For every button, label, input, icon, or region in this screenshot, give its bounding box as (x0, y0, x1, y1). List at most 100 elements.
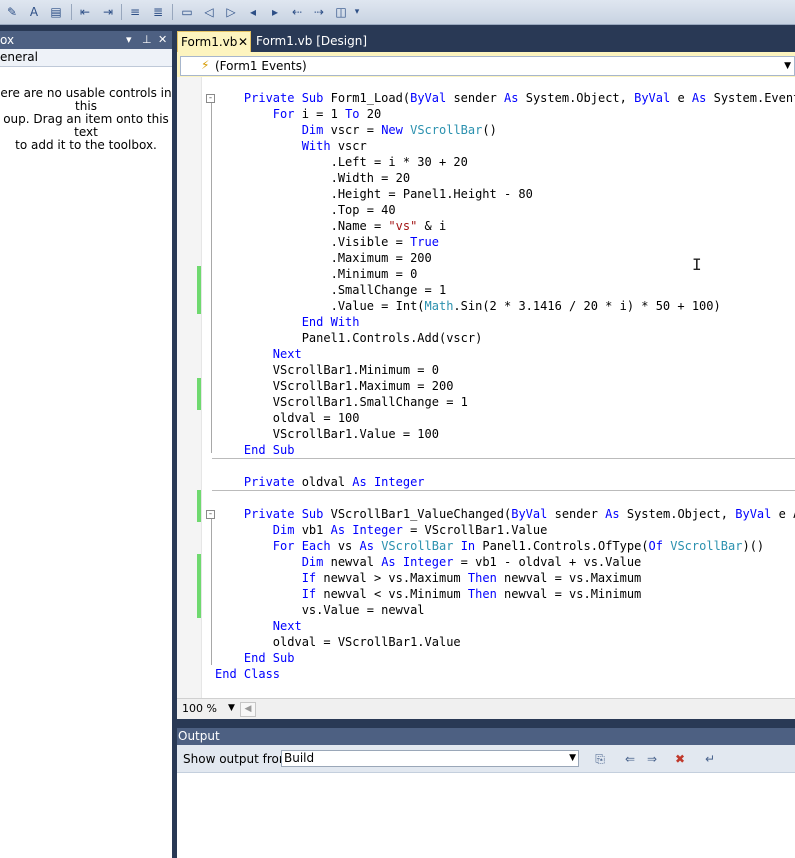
code-token: vs (337, 539, 360, 553)
zoom-level[interactable]: 100 % (182, 702, 217, 715)
output-toolbar: Show output from: Build ▼ ⎘ ⇐ ⇒ ✖ ↵ (172, 745, 795, 773)
pin-icon[interactable]: ⊥ (142, 31, 152, 49)
code-token: VScrollBar1_ValueChanged( (330, 507, 512, 521)
comment-icon[interactable]: ≡ (126, 3, 144, 21)
output-left-border (172, 728, 177, 858)
chevron-down-icon[interactable]: ▼ (228, 703, 235, 713)
code-line: Private Sub Form1_Load(ByVal sender As S… (215, 90, 795, 106)
code-token: With (301, 139, 338, 153)
change-marker (197, 266, 201, 314)
code-token: As Integer (381, 555, 454, 569)
toolbox-message-line: oup. Drag an item onto this text (3, 112, 169, 139)
main-toolbar: ✎ A ▤ ⇤ ⇥ ≡ ≣ ▭ ◁ ▷ ◂ ▸ ⇠ ⇢ ◫ ▾ (0, 0, 795, 25)
code-line: End Sub (215, 442, 295, 458)
code-token: Panel1.Controls.OfType( (482, 539, 649, 553)
code-token: Next (272, 347, 302, 361)
change-marker (197, 554, 201, 618)
close-tab-icon[interactable]: ✕ (238, 32, 248, 53)
text-icon[interactable]: A (25, 3, 43, 21)
code-token: Private (243, 475, 302, 489)
prev-bookmark-icon[interactable]: ◁ (200, 3, 218, 21)
collapse-icon[interactable]: - (206, 94, 215, 103)
code-token: Dim (272, 523, 302, 537)
code-token: VScrollBar (381, 539, 454, 553)
code-editor[interactable]: - - Private Sub Form1_Load(ByVal sender … (177, 77, 795, 698)
code-token: End Sub (243, 443, 295, 457)
code-token: Math (424, 299, 454, 313)
code-token: "vs" (388, 219, 418, 233)
code-line: If newval < vs.Minimum Then newval = vs.… (215, 586, 642, 602)
code-token: Private Sub (243, 91, 331, 105)
code-token: For Each (272, 539, 338, 553)
uncomment-icon[interactable]: ≣ (149, 3, 167, 21)
events-dropdown[interactable]: ⚡ (Form1 Events) ▼ (180, 56, 795, 76)
code-token: As (504, 91, 526, 105)
toolbox-title-bar: ox ▾ ⊥ ✕ (0, 31, 172, 49)
prev-folder-icon[interactable]: ◂ (244, 3, 262, 21)
next-bookmark-icon[interactable]: ▷ (222, 3, 240, 21)
code-token: VScrollBar1.Maximum = 200 (215, 379, 454, 393)
last-bookmark-icon[interactable]: ⇢ (310, 3, 328, 21)
code-token: VScrollBar (670, 539, 743, 553)
code-token: As Integer (330, 523, 403, 537)
code-line: End Sub (215, 650, 295, 666)
code-token: End Class (215, 667, 281, 681)
chevron-down-icon: ▼ (569, 753, 576, 763)
output-source-select[interactable]: Build ▼ (281, 750, 579, 767)
code-token: Of (648, 539, 671, 553)
code-token: VScrollBar1.SmallChange = 1 (215, 395, 468, 409)
code-token: .Top = 40 (215, 203, 396, 217)
code-line: If newval > vs.Maximum Then newval = vs.… (215, 570, 642, 586)
next-folder-icon[interactable]: ▸ (266, 3, 284, 21)
code-token: sender (554, 507, 606, 521)
code-token: .Visible = (215, 235, 411, 249)
code-token: In (460, 539, 483, 553)
first-bookmark-icon[interactable]: ⇠ (288, 3, 306, 21)
next-message-icon[interactable]: ⇒ (644, 751, 660, 767)
toolbar-overflow-icon[interactable]: ▾ (352, 3, 362, 21)
code-line: .Top = 40 (215, 202, 396, 218)
code-token: vs.Value = newval (215, 603, 425, 617)
code-line: End With (215, 314, 360, 330)
list-icon[interactable]: ▤ (47, 3, 65, 21)
code-token: .SmallChange = 1 (215, 283, 447, 297)
code-token: .Maximum = 200 (215, 251, 432, 265)
outdent-icon[interactable]: ⇤ (76, 3, 94, 21)
code-token: As (359, 539, 382, 553)
tab-form1-design[interactable]: Form1.vb [Design] (253, 31, 370, 52)
toolbox-message-line: ere are no usable controls in this (0, 86, 172, 113)
code-token: oldval = 100 (215, 411, 360, 425)
prev-message-icon[interactable]: ⇐ (622, 751, 638, 767)
code-token: As (691, 91, 714, 105)
format-icon[interactable]: ✎ (3, 3, 21, 21)
toolbox-title: ox (0, 33, 15, 47)
toolbox-group-general[interactable]: eneral (0, 49, 172, 67)
close-icon[interactable]: ✕ (158, 31, 167, 49)
editor-zoom-bar: 100 % ▼ ◀ (177, 698, 795, 719)
code-token: As Integer (352, 475, 425, 489)
collapse-icon[interactable]: - (206, 510, 215, 519)
code-token: For (272, 107, 302, 121)
indent-icon[interactable]: ⇥ (99, 3, 117, 21)
word-wrap-icon[interactable]: ↵ (702, 751, 718, 767)
code-token: True (410, 235, 439, 249)
code-token: .Height = Panel1.Height - 80 (215, 187, 533, 201)
code-token: End Sub (243, 651, 295, 665)
clear-all-icon[interactable]: ✖ (672, 751, 688, 767)
scroll-left-icon[interactable]: ◀ (240, 702, 256, 717)
code-token: i = 1 (301, 107, 346, 121)
bookmark-icon[interactable]: ▭ (178, 3, 196, 21)
code-token: ByVal (410, 91, 454, 105)
goto-source-icon[interactable]: ⎘ (592, 751, 608, 767)
tab-form1-vb[interactable]: Form1.vb ✕ (177, 31, 251, 52)
document-tabs: Form1.vb ✕ Form1.vb [Design] (177, 31, 795, 52)
toolbox-empty-message: ere are no usable controls in this oup. … (0, 87, 172, 152)
code-line: .Visible = True (215, 234, 439, 250)
clear-bookmarks-icon[interactable]: ◫ (332, 3, 350, 21)
window-position-icon[interactable]: ▾ (126, 31, 132, 49)
code-token: If (301, 587, 324, 601)
